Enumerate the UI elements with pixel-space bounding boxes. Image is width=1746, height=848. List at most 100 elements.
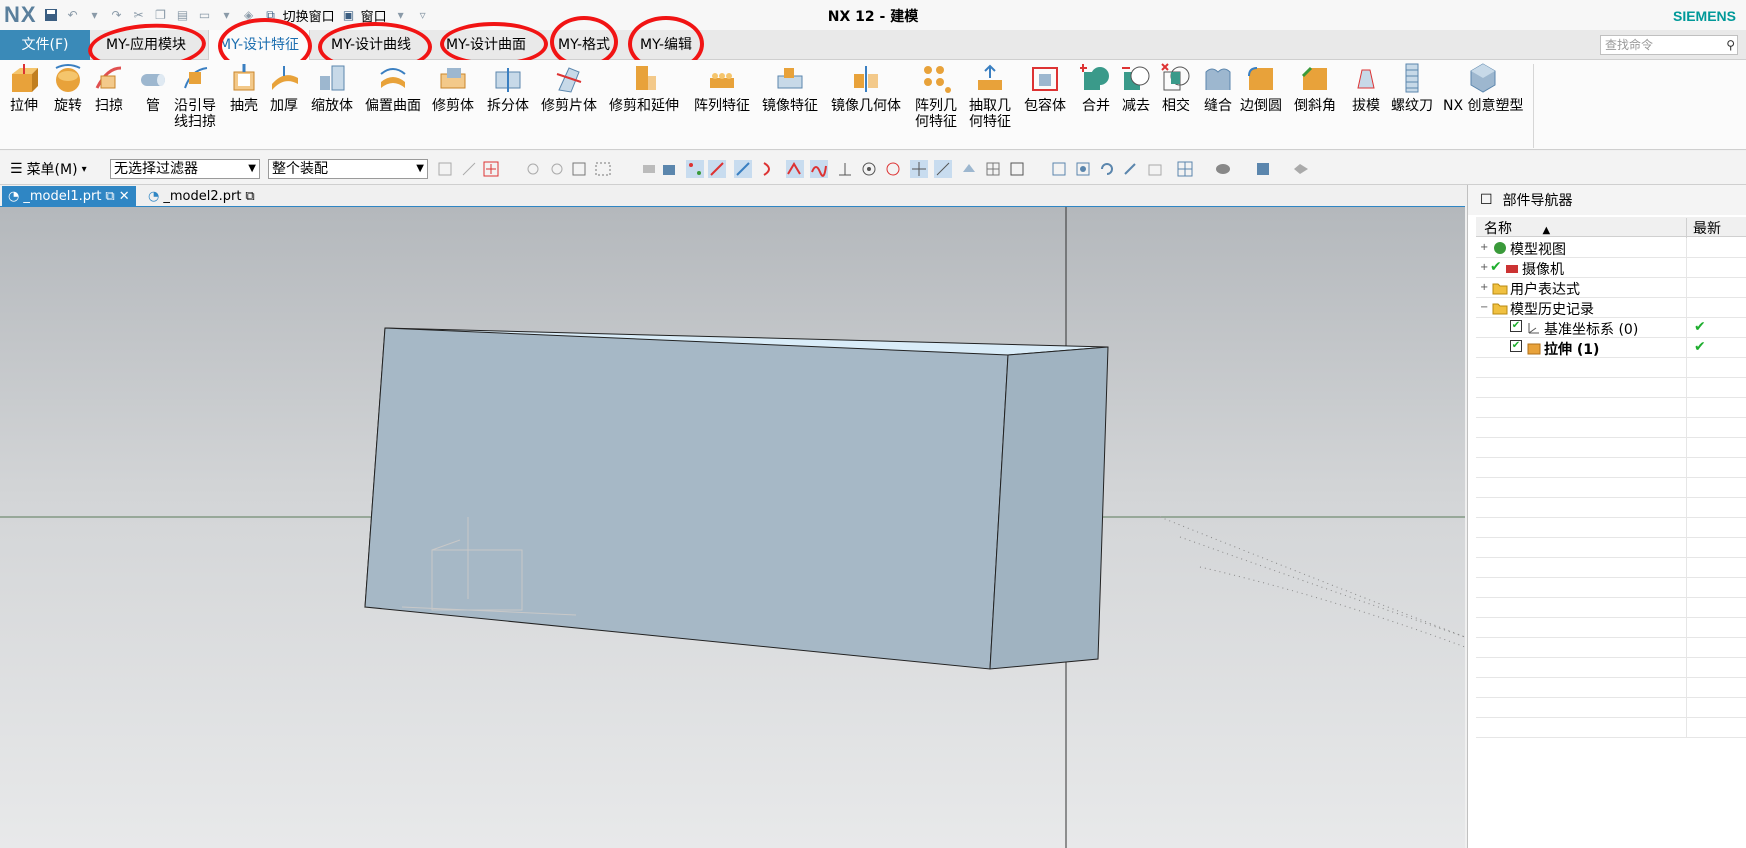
selection-filter-select[interactable]: 无选择过滤器 ▼ [110,159,260,179]
window-menu[interactable]: 窗口 [361,6,387,25]
sew-button[interactable]: 缝合 [1202,62,1234,114]
realize-shape-button[interactable]: NX 创意塑型 [1443,62,1524,114]
show-hide-icon[interactable] [1292,160,1310,178]
point-on-face-icon[interactable] [960,160,978,178]
tab-format[interactable]: MY-格式 [548,30,620,60]
expand-icon[interactable]: + [1480,262,1488,273]
column-latest-header[interactable]: 最新 [1686,218,1721,238]
quadrant-point-icon[interactable] [884,160,902,178]
tree-row-camera[interactable]: + ✔ 摄像机 [1476,258,1746,278]
model-canvas[interactable] [0,207,1465,848]
trim-body-button[interactable]: 修剪体 [432,62,474,114]
intersect-button[interactable]: 相交 [1160,62,1192,114]
selection-mode-icon[interactable] [570,160,588,178]
extrude-button[interactable]: 拉伸 [8,62,40,114]
split-body-button[interactable]: 拆分体 [487,62,529,114]
trim-extend-button[interactable]: 修剪和延伸 [609,62,679,114]
unite-button[interactable]: 合并 [1080,62,1112,114]
control-point-icon[interactable] [760,160,778,178]
zoom-icon[interactable] [1074,160,1092,178]
menu-button[interactable]: ☰ 菜单(M) ▾ [10,159,87,179]
detach-icon[interactable]: ⧉ [245,187,254,207]
deselect-icon[interactable] [460,160,478,178]
render-style-icon[interactable] [1214,160,1232,178]
intersection-point-icon[interactable] [786,160,804,178]
copy-icon[interactable]: ❐ [153,7,169,23]
tab-design-curve[interactable]: MY-设计曲线 [321,30,421,60]
rotate-view-icon[interactable] [1098,160,1116,178]
repeat-command-icon[interactable]: ▭ [197,7,213,23]
pattern-feature-button[interactable]: 阵列特征 [694,62,750,114]
grid-point-icon[interactable] [1008,160,1026,178]
perspective-icon[interactable] [1146,160,1164,178]
body-select-icon[interactable] [660,160,678,178]
bounding-body-button[interactable]: 包容体 [1024,62,1066,114]
pattern-geometry-button[interactable]: 阵列几 何特征 [915,62,957,130]
save-icon[interactable] [43,7,59,23]
mirror-geometry-button[interactable]: 镜像几何体 [831,62,901,114]
visibility-checkbox[interactable]: ✔ [1510,340,1522,352]
feature-select-icon[interactable] [640,160,658,178]
cut-icon[interactable]: ✂ [131,7,147,23]
snap-icon[interactable] [548,160,566,178]
graphics-viewport[interactable] [0,207,1465,848]
dropdown-arrow-icon[interactable]: ▾ [219,7,235,23]
pan-view-icon[interactable] [1122,160,1140,178]
command-search-input[interactable]: 查找命令 ⚲ [1600,35,1738,55]
mid-point-icon[interactable] [734,160,752,178]
tree-row-model-history[interactable]: − 模型历史记录 [1476,298,1746,318]
point-on-curve-icon[interactable] [934,160,952,178]
window-icon[interactable]: ▣ [341,7,357,23]
chamfer-button[interactable]: 倒斜角 [1294,62,1336,114]
edge-blend-button[interactable]: 边倒圆 [1240,62,1282,114]
thread-tool-button[interactable]: 螺纹刀 [1391,62,1433,114]
visibility-checkbox[interactable]: ✔ [1510,320,1522,332]
general-select-intent-icon[interactable] [436,160,454,178]
subtract-button[interactable]: 减去 [1120,62,1152,114]
dropdown-arrow-icon[interactable]: ▾ [87,7,103,23]
bounded-grid-icon[interactable] [984,160,1002,178]
paste-icon[interactable]: ▤ [175,7,191,23]
column-name-header[interactable]: 名称 ▲ [1484,218,1550,238]
expand-icon[interactable]: + [1480,282,1488,293]
shell-button[interactable]: 抽壳 [228,62,260,114]
tab-design-feature[interactable]: MY-设计特征 [208,30,311,60]
end-point-icon[interactable] [708,160,726,178]
offset-surface-button[interactable]: 偏置曲面 [365,62,421,114]
sweep-along-guide-button[interactable]: 沿引导 线扫掠 [174,62,216,130]
draft-button[interactable]: 拔模 [1350,62,1382,114]
switch-window-button[interactable]: 切换窗口 [283,6,335,25]
collapse-icon[interactable]: − [1480,302,1488,313]
search-icon[interactable]: ⚲ [1726,36,1735,54]
tab-design-surface[interactable]: MY-设计曲面 [436,30,536,60]
existing-point-icon[interactable] [910,160,928,178]
arc-center-icon[interactable] [860,160,878,178]
undo-icon[interactable]: ↶ [65,7,81,23]
switch-window-icon[interactable]: ⧉ [263,7,279,23]
select-all-icon[interactable] [482,160,500,178]
collapse-panel-icon[interactable]: ☐ [1480,192,1493,208]
tab-file[interactable]: 文件(F) [0,30,90,60]
fit-view-icon[interactable] [1050,160,1068,178]
close-icon[interactable]: ✕ [119,187,130,207]
orient-view-icon[interactable] [1176,160,1194,178]
perpendicular-icon[interactable] [836,160,854,178]
shaded-with-edges-icon[interactable] [1254,160,1272,178]
scale-body-button[interactable]: 缩放体 [311,62,353,114]
thicken-button[interactable]: 加厚 [268,62,300,114]
tree-row-model-views[interactable]: + 模型视图 [1476,238,1746,258]
tab-edit[interactable]: MY-编辑 [630,30,702,60]
tree-row-extrude[interactable]: ✔ 拉伸 (1) ✔ [1476,338,1746,358]
touch-mode-icon[interactable]: ◈ [241,7,257,23]
snap-points-icon[interactable] [686,160,704,178]
dropdown-arrow-icon[interactable]: ▾ [393,7,409,23]
tree-row-user-expressions[interactable]: + 用户表达式 [1476,278,1746,298]
document-tab-model1[interactable]: ◔ _model1.prt ⧉ ✕ [2,186,136,207]
customize-dropdown-icon[interactable]: ▿ [415,7,431,23]
revolve-button[interactable]: 旋转 [52,62,84,114]
rectangle-select-icon[interactable] [594,160,612,178]
tab-app-modules[interactable]: MY-应用模块 [96,30,196,60]
curve-point-icon[interactable] [810,160,828,178]
trim-sheet-button[interactable]: 修剪片体 [541,62,597,114]
mirror-feature-button[interactable]: 镜像特征 [762,62,818,114]
